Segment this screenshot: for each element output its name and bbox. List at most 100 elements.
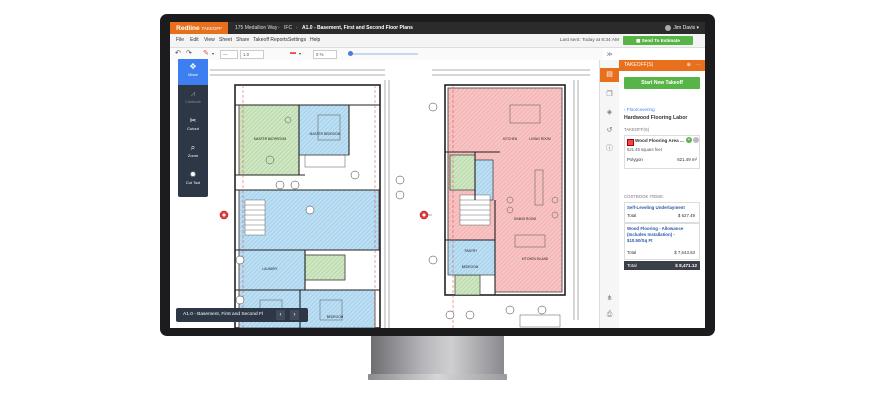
costbook-item-total-row: Total $ 7,643.63 [627, 250, 697, 255]
layers-icon[interactable]: ◈ [600, 106, 619, 120]
panel-header-title: TAKEOFF(S) [624, 62, 654, 68]
right-floor-plan: KITCHEN LIVING ROOM DINING ROOM PANTRY B… [419, 84, 566, 328]
floor-plan-drawing: MASTER BATHROOM MASTER BEDROOM LAUNDRY B… [210, 69, 590, 328]
chevron-right-icon[interactable]: › [290, 310, 299, 320]
chevron-down-icon: ▾ [696, 25, 699, 31]
start-new-takeoff-button[interactable]: Start New Takeoff [624, 77, 700, 89]
takeoff-card[interactable]: Wood Flooring Area ... + 621.49 square f… [624, 135, 700, 169]
add-icon[interactable]: + [686, 137, 692, 143]
breadcrumb-sheet[interactable]: A1.0 - Basement, First and Second Floor … [302, 22, 413, 34]
room-label: LIVING ROOM [529, 137, 551, 141]
tool-label: Cut Tool [185, 180, 201, 185]
send-to-estimate-label: Send To Estimate [641, 38, 680, 43]
redo-icon[interactable]: ↷ [186, 49, 192, 58]
room-label: BEDROOM [327, 315, 344, 319]
cutout-icon: ✂ [189, 116, 197, 125]
breadcrumb-project[interactable]: 175 Medallion Way [235, 22, 277, 34]
monitor-base [368, 374, 507, 380]
costbook-item[interactable]: Self-Leveling Underlayment Total $ 627.4… [624, 202, 700, 223]
sheet-nav-label[interactable]: A1.0 - Basement, First and Second Fl [183, 308, 263, 322]
send-to-estimate-button[interactable]: ▦ Send To Estimate [623, 36, 693, 45]
total-value: $ 627.49 [677, 213, 695, 218]
tool-cut[interactable]: ✹ Cut Tool [178, 167, 208, 193]
zoom-icon: ⌕ [190, 143, 196, 152]
total-label: Total [627, 250, 637, 255]
menu-help[interactable]: Help [310, 34, 320, 47]
costbook-item-name: Wood Flooring - Allowance (Includes Inst… [627, 226, 684, 243]
add-icon[interactable]: ⊕ [687, 60, 691, 71]
print-icon[interactable]: ⎙ [600, 308, 619, 322]
chevron-down-icon[interactable]: ▾ [299, 49, 301, 58]
zoom-slider[interactable] [348, 51, 418, 56]
room-label: MASTER BEDROOM [310, 132, 341, 136]
plan-canvas[interactable]: MASTER BATHROOM MASTER BEDROOM LAUNDRY B… [170, 60, 599, 328]
tool-cutout[interactable]: ✂ Cutout [178, 113, 208, 139]
pen-color-icon[interactable]: ✎ [203, 49, 209, 58]
user-menu[interactable]: Jim Davis ▾ [665, 22, 699, 34]
app-header: Redline TAKEOFF 175 Medallion Way › IFC … [170, 22, 705, 34]
room-label: LAUNDRY [262, 267, 278, 271]
fill-color-icon[interactable]: ▬ [290, 49, 296, 58]
breadcrumb-set[interactable]: IFC [284, 22, 292, 34]
menu-bar: File Edit View Sheet Share Takeoff Repor… [170, 34, 705, 48]
grand-total-bar: Total $ 8,471.12 [624, 261, 700, 270]
avatar [665, 24, 672, 31]
menu-sheet[interactable]: Sheet [219, 34, 232, 47]
polygon-label: Polygon [627, 157, 643, 162]
costbook-item[interactable]: Wood Flooring - Allowance (Includes Inst… [624, 223, 700, 260]
menu-file[interactable]: File [176, 34, 184, 47]
toggle-icon[interactable] [693, 137, 699, 143]
menu-settings[interactable]: Settings [288, 34, 306, 47]
logo-text: Redline [176, 24, 200, 32]
zoom-slider-handle[interactable] [348, 51, 353, 56]
grand-total-label: Total [627, 263, 637, 268]
menu-share[interactable]: Share [236, 34, 249, 47]
takeoff-icon[interactable]: ▤ [600, 68, 619, 82]
menu-view[interactable]: View [204, 34, 215, 47]
menu-edit[interactable]: Edit [190, 34, 199, 47]
panel-header: TAKEOFF(S) ⊕ ⋯ [619, 60, 705, 71]
costbook-section-label: COSTBOOK ITEMS: [624, 194, 664, 199]
tool-zoom[interactable]: ⌕ Zoom [178, 140, 208, 166]
calibrate-icon: ⩘ [190, 89, 196, 98]
undo-icon[interactable]: ↶ [175, 49, 181, 58]
info-icon[interactable]: ⓘ [600, 142, 619, 156]
move-icon: ✥ [189, 62, 197, 71]
send-icon: ▦ [636, 38, 641, 43]
chevron-left-icon[interactable]: ‹ [276, 310, 285, 320]
total-label: Total [627, 213, 637, 218]
menu-takeoff-reports[interactable]: Takeoff Reports [253, 34, 288, 47]
opacity-select[interactable]: 0 % [313, 50, 337, 59]
tool-move[interactable]: ✥ Move [178, 59, 208, 85]
left-floor-plan: MASTER BATHROOM MASTER BEDROOM LAUNDRY B… [219, 84, 405, 328]
more-icon[interactable]: ⋯ [696, 60, 701, 71]
breadcrumb-separator: › [278, 25, 280, 31]
room-label: BEDROOM [462, 265, 479, 269]
side-icon-rail: ≫ ▤ ❐ ◈ ↺ ⓘ ⋔ ⎙ [599, 52, 620, 328]
takeoff-panel: TAKEOFF(S) ⊕ ⋯ Start New Takeoff ‹ Floor… [619, 48, 705, 328]
app-screen: Redline TAKEOFF 175 Medallion Way › IFC … [170, 22, 705, 328]
room-label: PANTRY [465, 249, 479, 253]
last-sent-status: Last sent: Today at 8:34 AM [559, 38, 619, 43]
line-width-select[interactable]: 1.0 [240, 50, 264, 59]
tool-palette: ✥ Move ⩘ Calibrate ✂ Cutout ⌕ Zoom ✹ Cut… [178, 59, 208, 197]
polygon-value: 621.49 m² [677, 157, 697, 162]
costbook-item-total-row: Total $ 627.49 [627, 213, 697, 218]
history-icon[interactable]: ↺ [600, 124, 619, 138]
room-label: KITCHEN [503, 137, 518, 141]
tool-label: Move [188, 72, 198, 77]
tool-label: Calibrate [184, 99, 201, 104]
app-logo[interactable]: Redline TAKEOFF [170, 22, 228, 34]
collapse-panel-icon[interactable]: ≫ [600, 48, 619, 62]
back-link[interactable]: ‹ Floorcovering [624, 107, 655, 112]
share-icon[interactable]: ⋔ [600, 292, 619, 306]
chevron-down-icon[interactable]: ▾ [212, 49, 214, 58]
tool-calibrate[interactable]: ⩘ Calibrate [178, 86, 208, 112]
takeoff-name: Wood Flooring Area ... [635, 138, 684, 143]
room-label: DINING ROOM [514, 217, 536, 221]
cut-tool-icon: ✹ [189, 170, 197, 179]
line-style-select[interactable]: — [220, 50, 238, 59]
tool-label: Zoom [187, 153, 199, 158]
copy-icon[interactable]: ❐ [600, 88, 619, 102]
user-name: Jim Davis [673, 25, 696, 31]
